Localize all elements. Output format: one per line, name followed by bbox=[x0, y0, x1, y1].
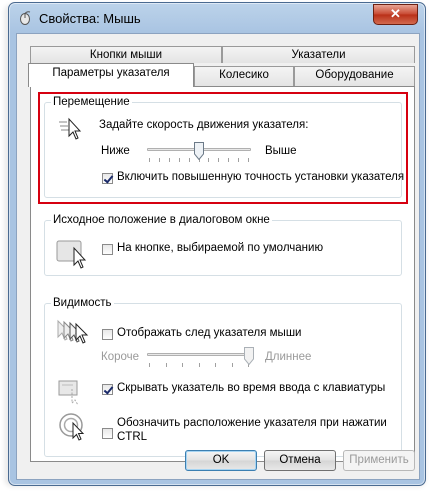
slider-tick bbox=[169, 158, 170, 162]
slider-tick bbox=[149, 363, 150, 367]
slider-tick bbox=[228, 158, 229, 162]
tab-hardware[interactable]: Оборудование bbox=[294, 66, 415, 86]
tab-wheel-label: Колесико bbox=[219, 69, 269, 81]
speed-prompt: Задайте скорость движения указателя: bbox=[99, 119, 309, 131]
pointer-trails-checkbox[interactable] bbox=[102, 329, 113, 340]
trails-short-label: Короче bbox=[101, 351, 140, 363]
close-icon: ✕ bbox=[390, 6, 401, 21]
pointer-trails-label[interactable]: Отображать след указателя мыши bbox=[117, 327, 301, 339]
cancel-button[interactable]: Отмена bbox=[264, 450, 336, 471]
window-title: Свойства: Мышь bbox=[39, 11, 141, 26]
enhance-precision-checkbox[interactable] bbox=[102, 173, 113, 184]
trails-slider-thumb[interactable] bbox=[244, 347, 254, 365]
tab-pointer-options[interactable]: Параметры указателя bbox=[28, 63, 194, 87]
slider-tick bbox=[199, 363, 200, 367]
slider-tick bbox=[182, 363, 183, 367]
speed-slow-label: Ниже bbox=[101, 145, 130, 157]
snap-to-checkbox[interactable] bbox=[102, 244, 113, 255]
enhance-precision-label[interactable]: Включить повышенную точность установки у… bbox=[117, 171, 404, 183]
slider-tick bbox=[166, 363, 167, 367]
tab-pointers[interactable]: Указатели bbox=[222, 46, 415, 63]
show-location-label-line2[interactable]: CTRL bbox=[117, 431, 147, 443]
hide-pointer-checkbox[interactable] bbox=[102, 384, 113, 395]
visibility-group-label: Видимость bbox=[51, 296, 114, 310]
tab-pointer-options-label: Параметры указателя bbox=[52, 67, 170, 79]
close-button[interactable]: ✕ bbox=[373, 4, 418, 25]
tab-pointers-label: Указатели bbox=[291, 49, 346, 61]
snap-to-group-label: Исходное положение в диалоговом окне bbox=[51, 213, 272, 227]
title-bar[interactable]: Свойства: Мышь ✕ bbox=[9, 3, 425, 33]
slider-tick bbox=[215, 363, 216, 367]
dialog-client-area: Кнопки мыши Указатели Параметры указател… bbox=[16, 33, 420, 480]
tab-buttons-label: Кнопки мыши bbox=[89, 49, 163, 61]
speed-fast-label: Выше bbox=[265, 145, 297, 157]
mouse-properties-dialog: Свойства: Мышь ✕ Кнопки мыши Указатели П… bbox=[8, 2, 426, 486]
tab-wheel[interactable]: Колесико bbox=[194, 66, 294, 86]
mouse-app-icon bbox=[20, 11, 31, 25]
slider-tick bbox=[159, 158, 160, 162]
ok-button[interactable]: OK bbox=[185, 450, 257, 471]
hide-pointer-label[interactable]: Скрывать указатель во время ввода с клав… bbox=[117, 382, 385, 394]
snap-to-label[interactable]: На кнопке, выбираемой по умолчанию bbox=[117, 242, 323, 254]
slider-tick bbox=[179, 158, 180, 162]
tab-panel: Перемещение Задайте скорость движения ук… bbox=[30, 86, 415, 462]
pointer-speed-icon bbox=[59, 117, 82, 140]
slider-tick bbox=[248, 158, 249, 162]
show-location-checkbox[interactable] bbox=[102, 428, 113, 439]
slider-tick bbox=[238, 158, 239, 162]
tab-hardware-label: Оборудование bbox=[315, 69, 394, 81]
pointer-trails-icon bbox=[57, 319, 89, 344]
motion-group-label: Перемещение bbox=[51, 95, 132, 109]
slider-tick bbox=[232, 363, 233, 367]
hide-pointer-icon bbox=[58, 380, 79, 405]
speed-slider-thumb[interactable] bbox=[194, 142, 204, 160]
show-location-label-line1[interactable]: Обозначить расположение указателя при на… bbox=[117, 417, 387, 429]
trails-long-label: Длиннее bbox=[265, 351, 312, 363]
slider-tick bbox=[189, 158, 190, 162]
slider-tick bbox=[218, 158, 219, 162]
snap-to-icon bbox=[56, 240, 87, 269]
show-location-icon bbox=[59, 413, 85, 441]
slider-tick bbox=[149, 158, 150, 162]
trails-slider-ticks bbox=[149, 363, 249, 367]
slider-tick bbox=[208, 158, 209, 162]
tab-buttons[interactable]: Кнопки мыши bbox=[30, 46, 222, 63]
trails-slider-track[interactable] bbox=[147, 353, 251, 356]
apply-button[interactable]: Применить bbox=[343, 450, 415, 471]
